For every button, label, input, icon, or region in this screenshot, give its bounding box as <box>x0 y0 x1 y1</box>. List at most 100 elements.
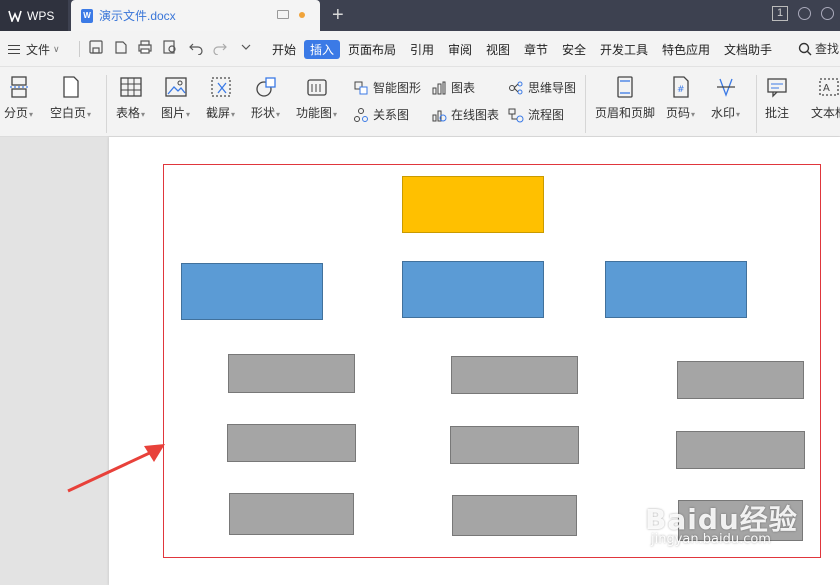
divider <box>585 75 586 133</box>
flow-chart-button[interactable]: 流程图 <box>508 106 564 123</box>
print-preview-icon[interactable] <box>162 39 178 55</box>
file-menu[interactable]: 文件 ∨ <box>8 41 60 58</box>
title-bar: WPS W 演示文件.docx + 1 <box>0 0 840 31</box>
insert-ribbon: 分页▾ 空白页▾ 表格▾ 图片▾ 截屏▾ 形状▾ 功能图▾ 智能图形 图表 思维… <box>0 67 840 137</box>
shape-label: 形状 <box>251 106 276 120</box>
page-number-button[interactable]: # 页码▾ <box>666 75 695 121</box>
tab-view[interactable]: 视图 <box>480 40 516 59</box>
level3-box[interactable] <box>452 495 577 536</box>
settings-icon[interactable] <box>821 7 834 20</box>
annotation-arrow-icon <box>67 444 165 493</box>
level3-box[interactable] <box>227 424 356 462</box>
tab-developer[interactable]: 开发工具 <box>594 40 654 59</box>
screenshot-button[interactable]: 截屏▾ <box>206 75 235 121</box>
header-footer-label: 页眉和页脚 <box>595 106 656 120</box>
relation-chart-label: 关系图 <box>373 108 410 122</box>
divider <box>106 75 107 133</box>
level2-box-center[interactable] <box>402 261 544 318</box>
document-title: 演示文件.docx <box>99 9 176 23</box>
level3-box[interactable] <box>229 493 354 535</box>
level2-box-right[interactable] <box>605 261 747 318</box>
tab-sections[interactable]: 章节 <box>518 40 554 59</box>
relation-chart-button[interactable]: 关系图 <box>353 106 409 123</box>
flow-chart-icon <box>508 108 524 122</box>
level3-box[interactable] <box>451 356 578 394</box>
picture-label: 图片 <box>161 106 186 120</box>
print-icon[interactable] <box>137 39 153 55</box>
word-doc-icon: W <box>81 8 93 23</box>
divider <box>79 41 80 57</box>
table-label: 表格 <box>116 106 141 120</box>
level3-box[interactable] <box>677 361 804 399</box>
chart-label: 图表 <box>451 81 476 95</box>
table-icon <box>119 75 143 99</box>
online-chart-label: 在线图表 <box>451 108 500 122</box>
smart-shape-label: 智能图形 <box>373 81 422 95</box>
baidu-jingyan-watermark: Baidu经验 jingyan.baidu.com <box>645 490 825 560</box>
tab-references[interactable]: 引用 <box>404 40 440 59</box>
watermark-label: 水印 <box>711 106 736 120</box>
skin-icon[interactable] <box>798 7 811 20</box>
watermark-button[interactable]: 水印▾ <box>711 75 740 121</box>
page-number-icon: # <box>669 75 693 99</box>
undo-icon[interactable] <box>188 39 204 55</box>
text-box-label: 文本框 <box>811 106 840 120</box>
tab-start[interactable]: 开始 <box>266 40 302 59</box>
shape-button[interactable]: 形状▾ <box>251 75 280 121</box>
unsaved-dot-icon <box>299 12 305 18</box>
monitor-icon[interactable] <box>277 10 289 19</box>
picture-button[interactable]: 图片▾ <box>161 75 190 121</box>
mind-map-button[interactable]: 思维导图 <box>508 79 576 96</box>
new-tab-button[interactable]: + <box>332 3 344 27</box>
level3-box[interactable] <box>450 426 579 464</box>
search-label: 查找 <box>815 42 840 56</box>
blank-page-icon <box>59 75 83 99</box>
level2-box-left[interactable] <box>181 263 323 320</box>
customize-toolbar-icon[interactable] <box>238 39 254 55</box>
redo-icon[interactable] <box>212 39 228 55</box>
function-chart-icon <box>305 75 329 99</box>
scissors-icon <box>209 75 233 99</box>
menu-bar: 文件 ∨ 开始 插入 页面布局 引用 审阅 视图 章节 安全 开发工具 特色应用… <box>0 31 840 67</box>
tab-review[interactable]: 审阅 <box>442 40 478 59</box>
file-menu-label: 文件 <box>26 43 51 57</box>
text-box-button[interactable]: A 文本框 <box>811 75 840 121</box>
level3-box[interactable] <box>228 354 355 393</box>
comment-button[interactable]: 批注 <box>765 75 789 121</box>
smart-shape-icon <box>354 81 368 94</box>
tab-doc-assistant[interactable]: 文档助手 <box>718 40 778 59</box>
tab-page-layout[interactable]: 页面布局 <box>342 40 402 59</box>
table-button[interactable]: 表格▾ <box>116 75 145 121</box>
wps-home-tab[interactable]: WPS <box>0 0 68 31</box>
function-chart-label: 功能图 <box>296 106 333 120</box>
page-break-button[interactable]: 分页▾ <box>4 75 33 121</box>
document-tab[interactable]: W 演示文件.docx <box>71 0 320 31</box>
online-chart-icon <box>432 110 447 121</box>
blank-page-label: 空白页 <box>50 106 87 120</box>
level3-box[interactable] <box>676 431 805 469</box>
chart-button[interactable]: 图表 <box>431 79 475 96</box>
comment-icon <box>765 75 789 99</box>
online-chart-button[interactable]: 在线图表 <box>431 106 499 123</box>
tab-features[interactable]: 特色应用 <box>656 40 716 59</box>
level1-box[interactable] <box>402 176 544 233</box>
header-footer-button[interactable]: 页眉和页脚 <box>595 75 655 121</box>
watermark-icon <box>714 75 738 99</box>
comment-label: 批注 <box>765 106 790 120</box>
search-button[interactable]: 查找 <box>798 40 839 57</box>
output-pdf-icon[interactable] <box>112 39 128 55</box>
page-break-label: 分页 <box>4 106 29 120</box>
wps-logo-icon <box>8 10 22 22</box>
smart-shape-button[interactable]: 智能图形 <box>353 79 421 96</box>
image-icon <box>164 75 188 99</box>
svg-text:#: # <box>677 85 685 95</box>
save-icon[interactable] <box>88 39 104 55</box>
shape-icon <box>254 75 278 99</box>
blank-page-button[interactable]: 空白页▾ <box>50 75 91 121</box>
search-icon <box>798 42 812 55</box>
tab-insert[interactable]: 插入 <box>304 40 341 59</box>
tab-security[interactable]: 安全 <box>556 40 592 59</box>
header-footer-icon <box>613 75 637 99</box>
function-chart-button[interactable]: 功能图▾ <box>296 75 337 121</box>
window-count-badge[interactable]: 1 <box>772 6 788 21</box>
